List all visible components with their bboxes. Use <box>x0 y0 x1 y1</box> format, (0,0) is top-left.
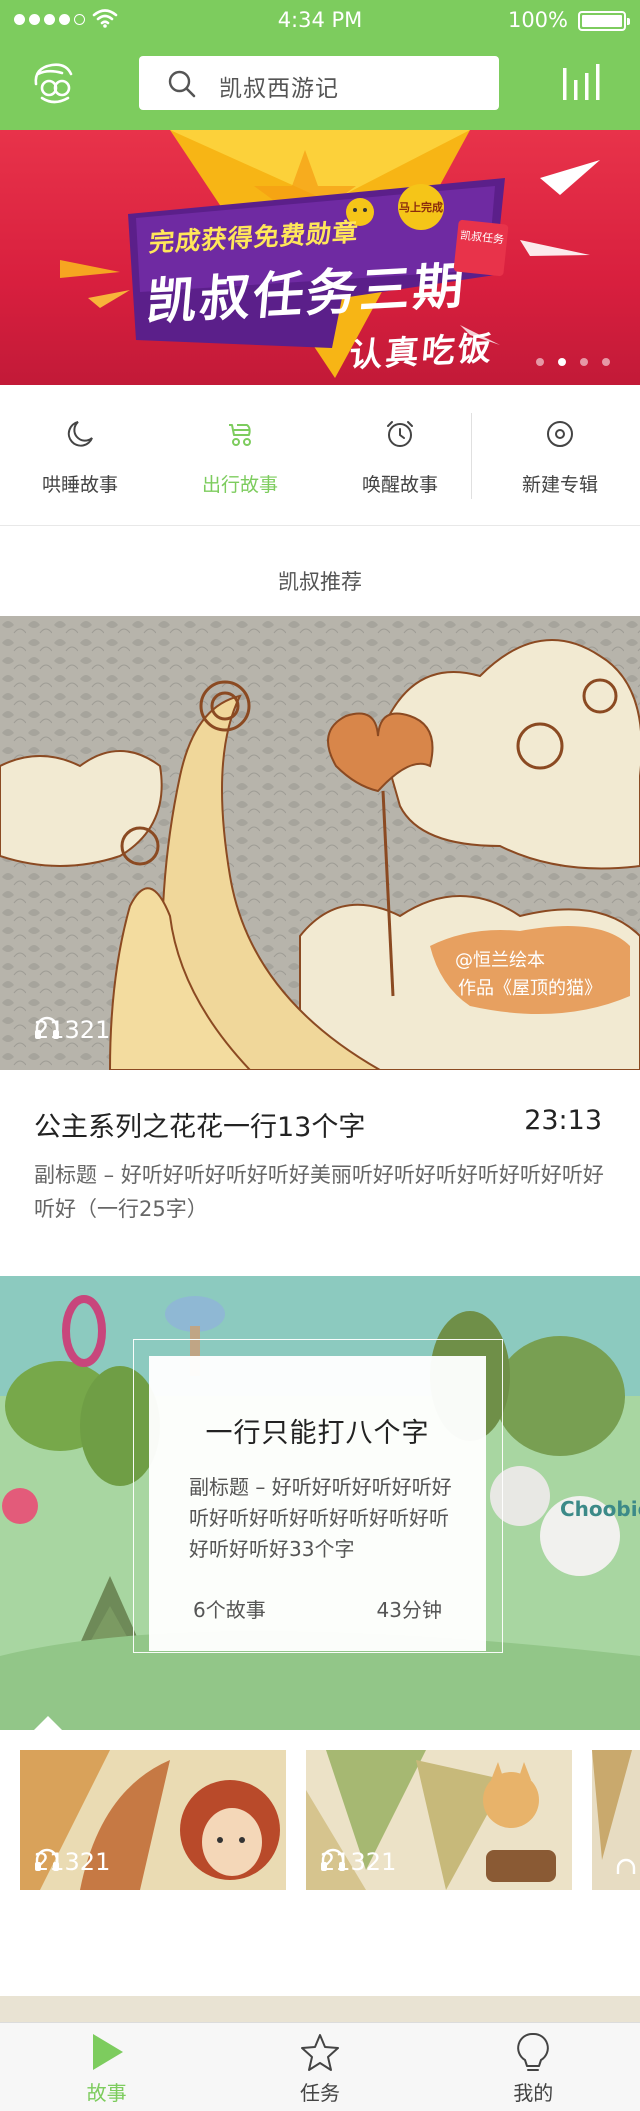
bottom-tab-bar: 故事 任务 我的 <box>0 2022 640 2111</box>
tab-label: 故事 <box>86 2081 127 2105</box>
banner-pagination[interactable] <box>536 358 610 366</box>
category-label: 哄睡故事 <box>41 474 118 496</box>
cover-caption-line1: @恒兰绘本 <box>455 950 545 971</box>
app-logo-icon[interactable] <box>30 60 76 106</box>
battery-percent: 100% <box>507 8 568 32</box>
pagination-dot-active[interactable] <box>558 358 566 366</box>
banner-tag: 凯叔任务 <box>453 219 509 277</box>
category-label: 出行故事 <box>201 474 278 496</box>
headphones-icon <box>35 1848 59 1871</box>
story-title[interactable]: 公主系列之花花一行13个字 <box>34 1105 365 1144</box>
ranking-chart-icon[interactable] <box>560 58 606 104</box>
promo-banner[interactable]: 完成获得免费勋章 凯叔任务三期 认真吃饭 马上完成 凯叔任务 <box>0 130 640 385</box>
banner-badge: 马上完成 <box>398 184 444 230</box>
album-description: 副标题 – 好听好听好听好听好听好听好听好听好听好听好听好听好听好33个字 <box>189 1475 452 1561</box>
album-story-thumbnail[interactable]: 21321 <box>306 1750 572 1890</box>
album-info-box[interactable]: 一行只能打八个字 副标题 – 好听好听好听好听好听好听好听好听好听好听好听好听好… <box>149 1356 486 1651</box>
stroller-icon <box>229 424 251 446</box>
star-icon <box>300 2034 339 2071</box>
battery-icon <box>578 11 630 31</box>
album-duration: 43分钟 <box>376 1598 442 1622</box>
tab-tasks[interactable]: 任务 <box>213 2023 426 2111</box>
search-bar[interactable]: 凯叔西游记 <box>139 56 499 110</box>
play-icon <box>92 2034 123 2070</box>
section-title: 凯叔推荐 <box>278 570 362 594</box>
album-pointer <box>34 1716 62 1730</box>
category-sleep-stories[interactable]: 哄睡故事 <box>0 385 160 525</box>
moon-icon <box>67 421 93 447</box>
story-duration: 23:13 <box>524 1105 602 1136</box>
profile-icon <box>517 2032 550 2071</box>
category-new-album[interactable]: 新建专辑 <box>480 385 640 525</box>
app-header: 4:34 PM 100% 凯叔西游记 <box>0 0 640 130</box>
album-story-thumbnail-partial[interactable] <box>592 1750 640 1890</box>
category-nav: 哄睡故事 出行故事 唤醒故事 新建专辑 <box>0 385 640 526</box>
tab-label: 我的 <box>513 2081 554 2105</box>
status-bar: 4:34 PM 100% <box>0 0 640 40</box>
banner-tagline: 认真吃饭 <box>347 328 496 375</box>
tab-label: 任务 <box>299 2081 340 2105</box>
category-label: 新建专辑 <box>521 474 598 496</box>
album-title: 一行只能打八个字 <box>205 1418 430 1449</box>
divider <box>471 413 472 499</box>
play-count: 21321 <box>34 1016 110 1044</box>
story-subtitle: 副标题 – 好听好听好听好听好美丽听好听好听好听好听好听好听好（一行25字） <box>34 1163 604 1221</box>
tab-profile[interactable]: 我的 <box>427 2023 640 2111</box>
pagination-dot[interactable] <box>602 358 610 366</box>
category-travel-stories[interactable]: 出行故事 <box>160 385 320 525</box>
category-label: 唤醒故事 <box>361 474 438 496</box>
play-count: 21321 <box>34 1848 110 1876</box>
headphones-icon <box>321 1848 345 1871</box>
headphones-icon <box>35 1016 59 1039</box>
thumbnail-illustration <box>592 1750 640 1890</box>
disc-icon <box>547 421 573 447</box>
search-input[interactable]: 凯叔西游记 <box>219 69 339 103</box>
album-brand-text: Choobie <box>560 1497 640 1521</box>
story-cover-image[interactable]: @恒兰绘本 作品《屋顶的猫》 21321 <box>0 616 640 1070</box>
play-count: 21321 <box>320 1848 396 1876</box>
search-icon <box>168 70 196 98</box>
album-story-count: 6个故事 <box>193 1598 266 1622</box>
pagination-dot[interactable] <box>536 358 544 366</box>
tab-stories[interactable]: 故事 <box>0 2023 213 2111</box>
pagination-dot[interactable] <box>580 358 588 366</box>
album-story-thumbnail[interactable]: 21321 <box>20 1750 286 1890</box>
cover-caption-line2: 作品《屋顶的猫》 <box>458 978 602 999</box>
category-wakeup-stories[interactable]: 唤醒故事 <box>320 385 480 525</box>
alarm-clock-icon <box>387 421 413 447</box>
cover-illustration: @恒兰绘本 作品《屋顶的猫》 <box>0 616 640 1070</box>
